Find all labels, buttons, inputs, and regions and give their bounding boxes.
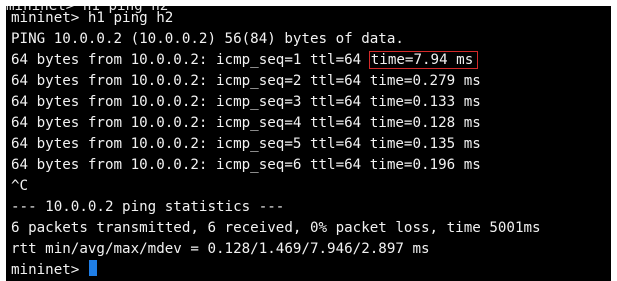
terminal-cursor bbox=[88, 260, 97, 276]
terminal-window[interactable]: mininet> h1 ping h2 mininet> h1 ping h2 … bbox=[6, 6, 611, 281]
ping-reply-line-2: 64 bytes from 10.0.0.2: icmp_seq=2 ttl=6… bbox=[11, 73, 481, 89]
ping-reply-line-1: 64 bytes from 10.0.0.2: icmp_seq=1 ttl=6… bbox=[11, 50, 479, 71]
ping-reply-line-3: 64 bytes from 10.0.0.2: icmp_seq=3 ttl=6… bbox=[11, 94, 481, 110]
highlighted-time: time=7.94 ms bbox=[368, 51, 479, 69]
ping-header-line: PING 10.0.0.2 (10.0.0.2) 56(84) bytes of… bbox=[11, 31, 404, 47]
interrupt-line: ^C bbox=[11, 178, 29, 194]
ping-reply-prefix: 64 bytes from 10.0.0.2: icmp_seq=1 ttl=6… bbox=[11, 52, 370, 68]
statistics-summary-line: 6 packets transmitted, 6 received, 0% pa… bbox=[11, 220, 541, 236]
ping-reply-line-5: 64 bytes from 10.0.0.2: icmp_seq=5 ttl=6… bbox=[11, 136, 481, 152]
prompt-text: mininet> bbox=[11, 262, 88, 278]
ping-reply-line-4: 64 bytes from 10.0.0.2: icmp_seq=4 ttl=6… bbox=[11, 115, 481, 131]
ping-reply-line-6: 64 bytes from 10.0.0.2: icmp_seq=6 ttl=6… bbox=[11, 157, 481, 173]
command-line: mininet> h1 ping h2 bbox=[11, 10, 174, 26]
statistics-header-line: --- 10.0.0.2 ping statistics --- bbox=[11, 199, 285, 215]
rtt-statistics-line: rtt min/avg/max/mdev = 0.128/1.469/7.946… bbox=[11, 241, 430, 257]
prompt-line[interactable]: mininet> bbox=[11, 260, 97, 281]
